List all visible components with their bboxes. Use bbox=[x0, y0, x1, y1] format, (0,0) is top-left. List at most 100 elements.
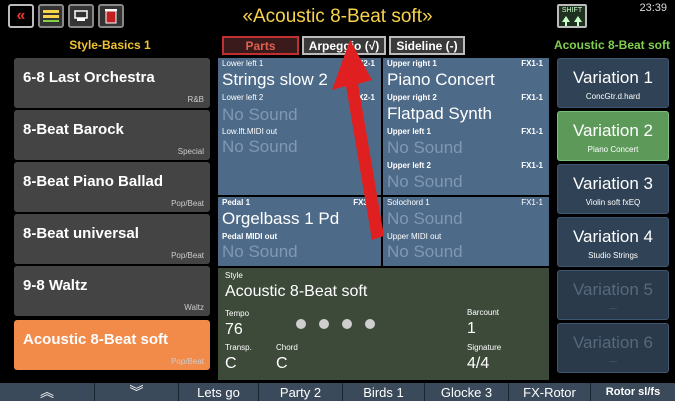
variation-name: Variation 1 bbox=[572, 68, 653, 87]
shift-label: SHIFT bbox=[561, 7, 583, 14]
tempo-value[interactable]: 76 bbox=[225, 321, 243, 339]
usb-icon bbox=[74, 10, 88, 21]
double-chevron-left-icon: « bbox=[16, 7, 26, 24]
variation-name: Variation 3 bbox=[572, 174, 653, 193]
style-item[interactable]: 8-Beat Piano Ballad Pop/Beat bbox=[14, 162, 210, 212]
bottom-button-1[interactable]: Lets go bbox=[178, 383, 258, 401]
menu-button[interactable] bbox=[38, 4, 64, 28]
part-label: Low.lft.MIDI out bbox=[222, 127, 278, 136]
style-category: R&B bbox=[187, 95, 204, 104]
scroll-down-button[interactable]: ︾ bbox=[94, 383, 178, 401]
variation-sound: --- bbox=[609, 304, 617, 313]
fx-label: FX1-1 bbox=[521, 93, 543, 102]
transp-label: Transp. bbox=[225, 343, 252, 352]
bottom-bar: ︽ ︾ Lets go Party 2 Birds 1 Glocke 3 FX-… bbox=[0, 383, 675, 401]
style-bank-label: Style-Basics 1 bbox=[69, 38, 151, 52]
bottom-button-4[interactable]: Glocke 3 bbox=[424, 383, 508, 401]
beat-indicator bbox=[319, 319, 329, 329]
part-upper-right-1[interactable]: Upper right 1 FX1-1 Piano Concert bbox=[383, 58, 549, 92]
barcount-value[interactable]: 1 bbox=[467, 320, 476, 338]
variation-name: Variation 2 bbox=[572, 121, 653, 140]
tab-sideline[interactable]: Sideline (-) bbox=[389, 36, 465, 55]
style-category: Pop/Beat bbox=[171, 357, 204, 366]
scroll-up-button[interactable]: ︽ bbox=[0, 383, 94, 401]
style-name: 9-8 Waltz bbox=[23, 277, 88, 294]
style-item-selected[interactable]: Acoustic 8-Beat soft Pop/Beat bbox=[14, 320, 210, 370]
double-chevron-up-icon: ︽ bbox=[40, 384, 54, 400]
style-item[interactable]: 8-Beat Barock Special bbox=[14, 110, 210, 160]
style-name: 8-Beat universal bbox=[23, 225, 139, 242]
part-label: Lower left 1 bbox=[222, 59, 264, 68]
style-category: Waltz bbox=[184, 303, 204, 312]
menu-icon bbox=[43, 10, 59, 22]
beat-indicator bbox=[296, 319, 306, 329]
style-name: 8-Beat Barock bbox=[23, 121, 124, 138]
annotation-arrow-icon bbox=[332, 40, 384, 240]
part-sound: No Sound bbox=[222, 242, 298, 261]
part-label: Lower left 2 bbox=[222, 93, 264, 102]
variation-3-button[interactable]: Variation 3 Violin soft fxEQ bbox=[557, 164, 669, 214]
fx-label: FX1-1 bbox=[521, 161, 543, 170]
variation-name: Variation 5 bbox=[572, 280, 653, 299]
part-sound: Piano Concert bbox=[387, 70, 495, 89]
style-value: Acoustic 8-Beat soft bbox=[225, 283, 368, 300]
bottom-button-6[interactable]: Rotor sl/fs bbox=[590, 383, 675, 401]
top-bar: « «Acoustic 8-Beat soft» SHIFT 23:39 bbox=[0, 0, 675, 34]
fx-label: FX1-1 bbox=[521, 198, 543, 207]
signature-label: Signature bbox=[467, 343, 502, 352]
part-sound: No Sound bbox=[222, 105, 298, 124]
part-sound: Strings slow 2 bbox=[222, 70, 328, 89]
signature-value: 4/4 bbox=[467, 355, 490, 372]
beat-indicator bbox=[365, 319, 375, 329]
bottom-button-5[interactable]: FX-Rotor bbox=[508, 383, 590, 401]
variation-2-button[interactable]: Variation 2 Piano Concert bbox=[557, 111, 669, 161]
shift-arrows-icon bbox=[562, 16, 582, 26]
variation-sound: Violin soft fxEQ bbox=[585, 198, 641, 207]
part-upper-left-2[interactable]: Upper left 2 FX1-1 No Sound bbox=[383, 161, 549, 195]
fx-label: FX1-1 bbox=[521, 127, 543, 136]
barcount-label: Barcount bbox=[467, 308, 500, 317]
chord-value: C bbox=[276, 355, 288, 372]
style-item[interactable]: 9-8 Waltz Waltz bbox=[14, 266, 210, 316]
trash-button[interactable] bbox=[98, 4, 124, 28]
tab-parts[interactable]: Parts bbox=[222, 36, 299, 55]
shift-button[interactable]: SHIFT bbox=[557, 4, 587, 28]
tempo-label: Tempo bbox=[225, 309, 250, 318]
variation-sound: Piano Concert bbox=[587, 145, 639, 154]
variation-6-button[interactable]: Variation 6 --- bbox=[557, 323, 669, 373]
double-chevron-down-icon: ︾ bbox=[129, 384, 144, 400]
part-label: Pedal 1 bbox=[222, 198, 251, 207]
style-label: Style bbox=[225, 271, 243, 280]
style-item[interactable]: 6-8 Last Orchestra R&B bbox=[14, 58, 210, 108]
style-name: 6-8 Last Orchestra bbox=[23, 69, 155, 86]
style-name: 8-Beat Piano Ballad bbox=[23, 173, 164, 190]
style-category: Special bbox=[177, 147, 204, 156]
variation-name: Variation 4 bbox=[572, 227, 653, 246]
style-category: Pop/Beat bbox=[171, 251, 204, 260]
part-solochord-1[interactable]: Solochord 1 FX1-1 No Sound bbox=[383, 197, 549, 231]
current-style-label: Acoustic 8-Beat soft bbox=[553, 38, 670, 52]
style-item[interactable]: 8-Beat universal Pop/Beat bbox=[14, 214, 210, 264]
variation-sound: --- bbox=[609, 357, 617, 366]
bottom-button-2[interactable]: Party 2 bbox=[258, 383, 342, 401]
transp-value[interactable]: C bbox=[225, 355, 237, 373]
part-sound: Flatpad Synth bbox=[387, 104, 492, 123]
trash-icon bbox=[105, 9, 117, 24]
variation-4-button[interactable]: Variation 4 Studio Strings bbox=[557, 217, 669, 267]
part-upper-midi-out[interactable]: Upper MIDI out No Sound bbox=[383, 232, 549, 266]
chord-label: Chord bbox=[276, 343, 298, 352]
usb-button[interactable] bbox=[68, 4, 94, 28]
variation-1-button[interactable]: Variation 1 ConcGtr.d.hard bbox=[557, 58, 669, 108]
beat-indicator bbox=[342, 319, 352, 329]
window-title: «Acoustic 8-Beat soft» bbox=[242, 6, 433, 27]
variation-sound: ConcGtr.d.hard bbox=[585, 92, 641, 101]
part-sound: No Sound bbox=[222, 137, 298, 156]
fx-label: FX1-1 bbox=[521, 59, 543, 68]
back-button[interactable]: « bbox=[8, 4, 34, 28]
variation-5-button[interactable]: Variation 5 --- bbox=[557, 270, 669, 320]
style-category: Pop/Beat bbox=[171, 199, 204, 208]
part-upper-left-1[interactable]: Upper left 1 FX1-1 No Sound bbox=[383, 127, 549, 161]
variation-sound: Studio Strings bbox=[588, 251, 638, 260]
part-upper-right-2[interactable]: Upper right 2 FX1-1 Flatpad Synth bbox=[383, 93, 549, 127]
bottom-button-3[interactable]: Birds 1 bbox=[342, 383, 424, 401]
